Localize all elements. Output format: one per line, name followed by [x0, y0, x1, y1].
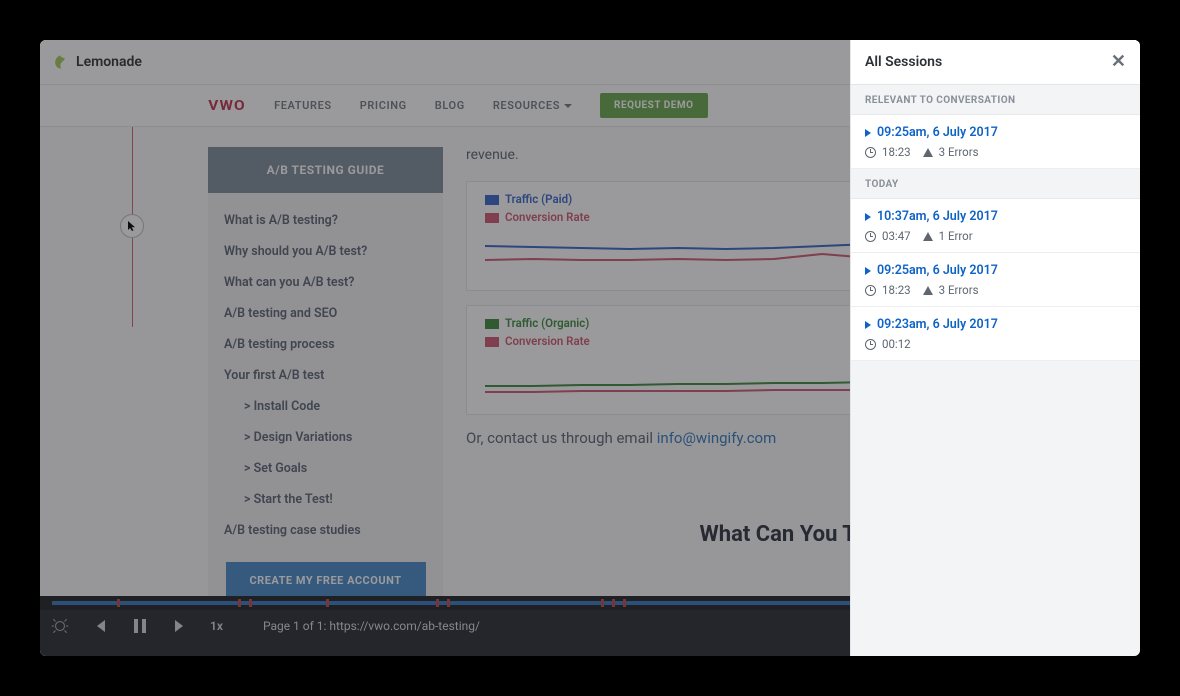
warning-icon: [923, 232, 933, 241]
warning-icon: [923, 286, 933, 295]
session-row[interactable]: 10:37am, 6 July 201703:471 Error: [851, 199, 1140, 253]
section-label: TODAY: [851, 169, 1140, 199]
warning-icon: [923, 148, 933, 157]
dim-overlay: [40, 40, 850, 656]
session-row[interactable]: 09:23am, 6 July 201700:12: [851, 307, 1140, 361]
play-icon: [865, 129, 871, 137]
session-row[interactable]: 09:25am, 6 July 201718:233 Errors: [851, 115, 1140, 169]
panel-title: All Sessions: [865, 54, 942, 70]
play-icon: [865, 267, 871, 275]
section-label: RELEVANT TO CONVERSATION: [851, 85, 1140, 115]
session-row[interactable]: 09:25am, 6 July 201718:233 Errors: [851, 253, 1140, 307]
clock-icon: [865, 285, 876, 296]
clock-icon: [865, 339, 876, 350]
close-icon[interactable]: ✕: [1111, 53, 1126, 71]
sessions-panel: All Sessions ✕ RELEVANT TO CONVERSATION0…: [850, 40, 1140, 656]
play-icon: [865, 321, 871, 329]
clock-icon: [865, 231, 876, 242]
play-icon: [865, 213, 871, 221]
clock-icon: [865, 147, 876, 158]
